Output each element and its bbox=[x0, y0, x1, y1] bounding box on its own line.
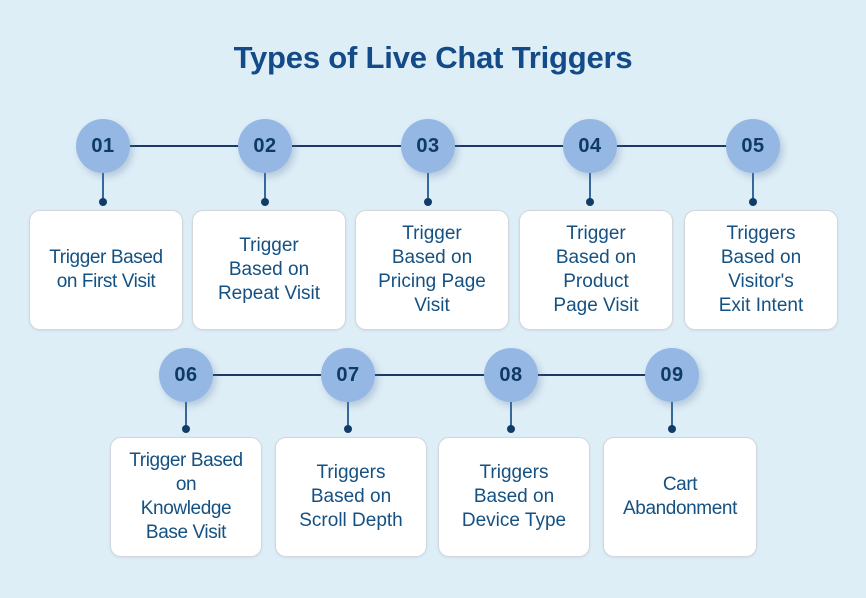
trigger-card-02[interactable]: Trigger Based on Repeat Visit bbox=[192, 210, 346, 330]
timeline-node-05-number: 05 bbox=[741, 135, 765, 157]
trigger-card-03-label: Trigger Based on Pricing Page Visit bbox=[378, 223, 486, 316]
trigger-card-07[interactable]: Triggers Based on Scroll Depth bbox=[275, 437, 427, 557]
trigger-card-04[interactable]: Trigger Based on Product Page Visit bbox=[519, 210, 673, 330]
trigger-card-09-label: Cart Abandonment bbox=[623, 474, 737, 519]
stem-dot-01 bbox=[99, 198, 107, 206]
trigger-card-07-label: Triggers Based on Scroll Depth bbox=[299, 462, 403, 531]
stem-dot-05 bbox=[749, 198, 757, 206]
stem-dot-02 bbox=[261, 198, 269, 206]
stem-dot-07 bbox=[344, 425, 352, 433]
trigger-card-08-label: Triggers Based on Device Type bbox=[461, 462, 567, 531]
timeline-node-04-number: 04 bbox=[578, 135, 602, 157]
timeline-node-08[interactable]: 08 bbox=[484, 348, 538, 402]
timeline-node-06-number: 06 bbox=[174, 364, 198, 386]
trigger-card-03[interactable]: Trigger Based on Pricing Page Visit bbox=[355, 210, 509, 330]
infographic-canvas: Types of Live Chat Triggers 01 02 03 04 … bbox=[0, 0, 866, 598]
page-title: Types of Live Chat Triggers bbox=[233, 40, 633, 75]
trigger-card-05-label: Triggers Based on Visitor's Exit Intent bbox=[718, 223, 804, 316]
trigger-card-09[interactable]: Cart Abandonment bbox=[603, 437, 757, 557]
timeline-node-07-number: 07 bbox=[336, 364, 360, 386]
trigger-card-01-label: Trigger Based on First Visit bbox=[49, 247, 163, 292]
stem-dot-09 bbox=[668, 425, 676, 433]
timeline-node-05[interactable]: 05 bbox=[726, 119, 780, 173]
timeline-node-01-number: 01 bbox=[91, 135, 115, 157]
timeline-node-01[interactable]: 01 bbox=[76, 119, 130, 173]
trigger-card-06-label: Trigger Based on Knowledge Base Visit bbox=[129, 450, 243, 543]
trigger-card-02-label: Trigger Based on Repeat Visit bbox=[217, 235, 321, 304]
timeline-node-03-number: 03 bbox=[416, 135, 440, 157]
stem-dot-03 bbox=[424, 198, 432, 206]
timeline-node-09[interactable]: 09 bbox=[645, 348, 699, 402]
trigger-card-04-label: Trigger Based on Product Page Visit bbox=[553, 223, 639, 316]
stem-dot-04 bbox=[586, 198, 594, 206]
stem-dot-08 bbox=[507, 425, 515, 433]
trigger-card-08[interactable]: Triggers Based on Device Type bbox=[438, 437, 590, 557]
timeline-node-02-number: 02 bbox=[253, 135, 277, 157]
timeline-node-03[interactable]: 03 bbox=[401, 119, 455, 173]
trigger-card-01[interactable]: Trigger Based on First Visit bbox=[29, 210, 183, 330]
timeline-node-04[interactable]: 04 bbox=[563, 119, 617, 173]
timeline-node-08-number: 08 bbox=[499, 364, 523, 386]
trigger-card-05[interactable]: Triggers Based on Visitor's Exit Intent bbox=[684, 210, 838, 330]
stem-dot-06 bbox=[182, 425, 190, 433]
trigger-card-06[interactable]: Trigger Based on Knowledge Base Visit bbox=[110, 437, 262, 557]
timeline-node-06[interactable]: 06 bbox=[159, 348, 213, 402]
timeline-node-02[interactable]: 02 bbox=[238, 119, 292, 173]
timeline-node-09-number: 09 bbox=[660, 364, 684, 386]
timeline-node-07[interactable]: 07 bbox=[321, 348, 375, 402]
